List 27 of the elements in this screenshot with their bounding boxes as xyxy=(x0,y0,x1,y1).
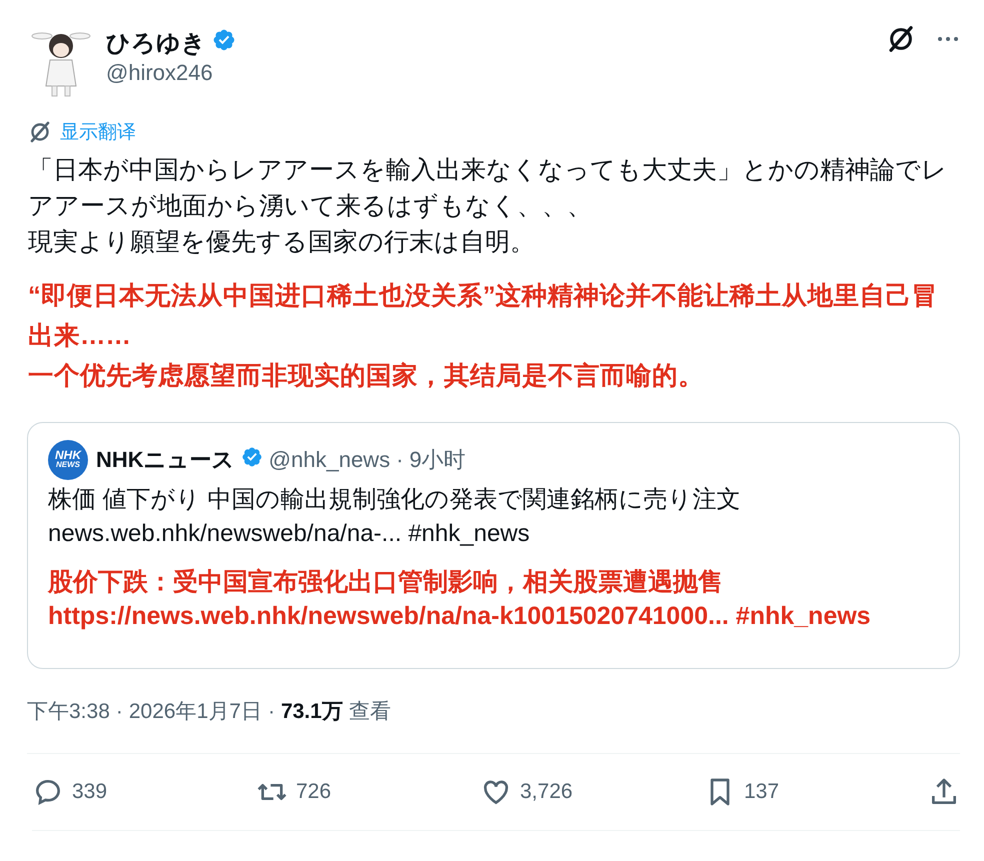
quoted-post-text: 株価 値下がり 中国の輸出規制強化の発表で関連銘柄に売り注文 xyxy=(48,485,742,515)
separator-dot: · xyxy=(116,700,123,724)
translate-icon xyxy=(28,120,52,144)
quoted-display-name: NHKニュース xyxy=(96,446,235,474)
bookmark-button[interactable]: 137 xyxy=(704,776,864,808)
post-text: 現実より願望を優先する国家の行末は自明。 xyxy=(28,227,536,258)
like-button[interactable]: 3,726 xyxy=(480,776,640,808)
view-count: 73.1万 xyxy=(280,699,343,725)
translation-text: “即便日本无法从中国进口稀土也没关系”这种精神论并不能让稀土从地里自己冒出来…… xyxy=(28,280,938,352)
translation-text: 股价下跌：受中国宣布强化出口管制影响，相关股票遭遇抛售 xyxy=(48,567,724,598)
translation-text: 一个优先考虑愿望而非现实的国家，其结局是不言而喻的。 xyxy=(28,360,705,392)
repost-button[interactable]: 726 xyxy=(256,776,416,808)
post-time: 9小时 xyxy=(409,446,466,474)
news-logo: NHK NEWS xyxy=(48,440,88,480)
post-text: 「日本が中国からレアアースを輸入出来なくなっても大丈夫」とかの精神論でレアアースが地面から湧いて来るはずもなく、、、 xyxy=(28,155,948,222)
display-name[interactable]: ひろゆき xyxy=(106,27,206,59)
translation-text: https://news.web.nhk/newsweb/na/na-k10015020741000... #nhk_news xyxy=(48,601,872,632)
separator-dot: · xyxy=(268,700,275,724)
quoted-post-card[interactable]: NHK NEWS NHKニュース @nhk_news · 9小时 株価 値下がり 中国の輸出規制強化の発表で関連銘柄に売り注文 news.web.nhk/newsweb/na/na-... #nhk_news 股价下跌：受中国宣布强化出口管制影响，相关股票遭遇抛售 https://news.web.nhk/newsweb/na/na-k10015020741000... #nhk_news xyxy=(27,422,960,669)
views-label: 查看 xyxy=(348,699,391,725)
separator-dot: · xyxy=(396,447,404,473)
user-handle[interactable]: @hirox246 xyxy=(106,60,872,86)
post-date[interactable]: 2026年1月7日 xyxy=(128,697,262,725)
post-time[interactable]: 下午3:38 xyxy=(27,697,110,725)
quoted-post-text: news.web.nhk/newsweb/na/na-... #nhk_news xyxy=(48,519,531,549)
reply-button[interactable]: 339 xyxy=(32,776,192,808)
quoted-handle: @nhk_news xyxy=(268,447,390,473)
